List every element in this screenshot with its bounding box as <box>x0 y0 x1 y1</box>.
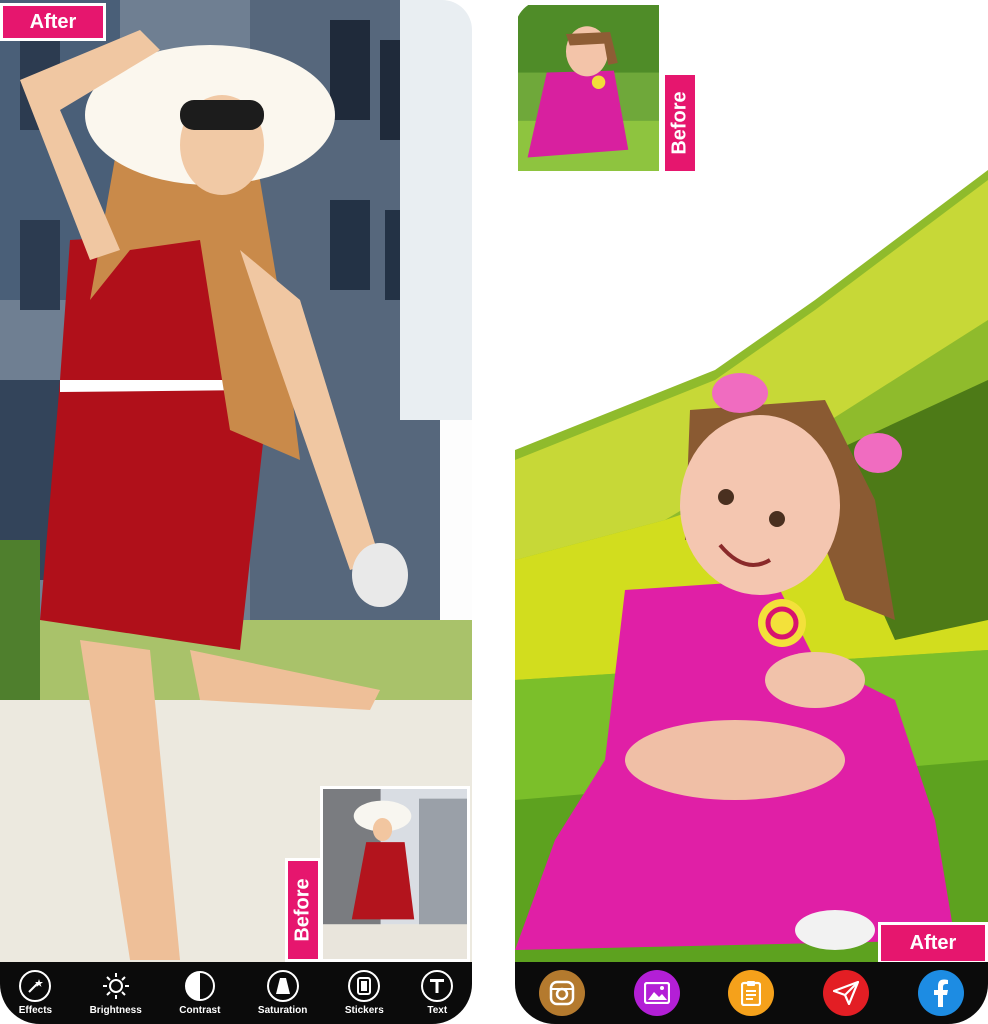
tool-label: Stickers <box>344 1005 384 1016</box>
share-instagram-button[interactable] <box>539 970 586 1016</box>
magic-wand-icon <box>19 970 52 1002</box>
gallery-icon <box>643 982 670 1004</box>
before-badge: Before <box>662 72 698 174</box>
before-thumbnail[interactable] <box>320 786 470 962</box>
tool-saturation[interactable]: Saturation <box>258 970 307 1016</box>
share-toolbar <box>515 962 988 1024</box>
tool-label: Brightness <box>89 1005 142 1016</box>
share-facebook-button[interactable] <box>917 970 964 1016</box>
tool-label: Saturation <box>257 1005 308 1016</box>
tool-label: Text <box>427 1005 448 1016</box>
clipboard-icon <box>741 981 762 1006</box>
before-badge-label: Before <box>291 878 314 942</box>
tool-contrast[interactable]: Contrast <box>179 970 220 1016</box>
tool-stickers[interactable]: Stickers <box>345 970 384 1016</box>
before-photo <box>518 5 659 171</box>
after-badge-label: After <box>29 10 77 33</box>
sticker-icon <box>348 970 381 1002</box>
send-button[interactable] <box>823 970 870 1016</box>
text-icon <box>421 970 454 1002</box>
instagram-icon <box>550 980 575 1006</box>
right-phone-screen: Before After <box>515 0 988 1024</box>
left-phone-screen: After Before Effects Brightness Contrast… <box>0 0 472 1024</box>
send-icon <box>833 981 860 1005</box>
copy-clipboard-button[interactable] <box>728 970 775 1016</box>
tool-label: Effects <box>18 1005 53 1016</box>
tool-label: Contrast <box>179 1005 221 1016</box>
before-badge: Before <box>285 858 321 962</box>
facebook-icon <box>933 979 948 1007</box>
tool-effects[interactable]: Effects <box>19 970 52 1016</box>
drop-icon <box>266 970 299 1002</box>
after-badge: After <box>0 3 106 41</box>
save-gallery-button[interactable] <box>633 970 680 1016</box>
tool-brightness[interactable]: Brightness <box>90 970 142 1016</box>
contrast-icon <box>184 970 216 1002</box>
before-thumbnail[interactable] <box>515 2 662 174</box>
after-badge-label: After <box>909 931 957 954</box>
after-badge: After <box>878 922 988 964</box>
before-badge-label: Before <box>668 91 691 155</box>
before-photo <box>323 789 467 959</box>
sun-icon <box>100 970 132 1002</box>
tool-text[interactable]: Text <box>421 970 454 1016</box>
edit-toolbar: Effects Brightness Contrast Saturation S… <box>0 962 472 1024</box>
